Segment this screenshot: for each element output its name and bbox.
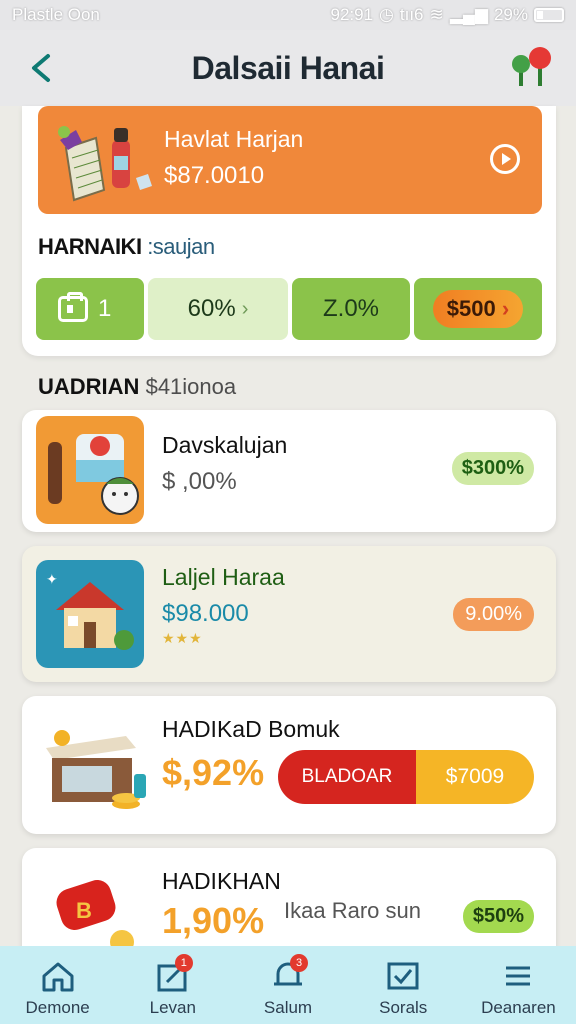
carrier-text: Plastle Oon	[12, 5, 100, 24]
tree-icon[interactable]	[510, 44, 554, 90]
item-thumbnail: ✦	[36, 560, 144, 668]
status-bar: Plastle Oon 92:91 ◷ tıı6 ≋ ▂▄▆ 29%	[0, 0, 576, 30]
shop-icon	[46, 730, 146, 809]
summary-panel: Havlat Harjan $87.0010 HARNAIKI :saujan …	[22, 106, 556, 356]
item-name: HADIKHAN	[162, 868, 281, 894]
section-title: HARNAIKI	[38, 234, 142, 259]
bottle-icon	[48, 434, 139, 515]
item-name: Davskalujan	[162, 432, 288, 458]
menu-icon	[506, 966, 531, 986]
item-price: 1,90%	[162, 900, 265, 941]
chip-rate[interactable]: Z.0%	[292, 278, 410, 340]
section2-heading: UADRIAN $41ionoa	[38, 374, 236, 400]
signal-text: tıı6	[399, 5, 424, 24]
item-subtitle: Ikaa Raro sun	[284, 898, 421, 923]
play-icon[interactable]	[490, 144, 520, 174]
nav-levan[interactable]: 1 Levan	[115, 946, 230, 1024]
home-icon	[42, 962, 74, 992]
nav-label: Demone	[25, 998, 90, 1017]
chevron-right-icon: ›	[241, 297, 249, 320]
chip-percent[interactable]: 60% ›	[148, 278, 288, 340]
item-price: $98.000	[162, 600, 249, 627]
section2-subtitle: $41ionoa	[145, 374, 237, 399]
buy-button-left: BLADOAR	[278, 750, 416, 804]
nav-label: Sorals	[379, 998, 428, 1017]
chip-bag[interactable]: 1	[36, 278, 144, 340]
section-subtitle: :saujan	[147, 234, 215, 259]
nav-badge: 1	[174, 954, 193, 972]
rating-stars-icon: ★★★	[162, 630, 203, 646]
list-item[interactable]: ✦ Laljel Haraa $98.000 ★★★ 9.00%	[22, 546, 556, 682]
section2-title: UADRIAN	[38, 374, 140, 399]
item-name: Laljel Haraa	[162, 564, 285, 590]
chip-label: 60%	[187, 295, 236, 322]
time-text: 92:91	[330, 5, 374, 24]
banner-amount: $87.0010	[164, 162, 265, 189]
check-icon	[387, 962, 419, 990]
wifi-icon: ≋	[429, 5, 444, 24]
edit-icon: 1	[155, 954, 193, 992]
page-title: Dalsaii Hanai	[191, 49, 385, 86]
section-heading: HARNAIKI :saujan	[38, 234, 215, 260]
buy-button-right: $7009	[416, 750, 534, 804]
item-name: HADIKaD Bomuk	[162, 716, 340, 742]
bottom-navigation: Demone 1 Levan 3 Salum Sorals Deanaren	[0, 946, 576, 1024]
item-badge: $50%	[462, 900, 534, 933]
banner-title: Havlat Harjan	[164, 126, 304, 152]
bag-icon	[58, 292, 88, 322]
list-item[interactable]: HADIKaD Bomuk $,92% BLADOAR $7009	[22, 696, 556, 834]
nav-deanaren[interactable]: Deanaren	[461, 946, 576, 1024]
promo-banner[interactable]: Havlat Harjan $87.0010	[38, 106, 542, 214]
alarm-icon: ◷	[379, 5, 394, 24]
promo-illustration-icon	[58, 126, 152, 202]
battery-text: 29%	[493, 5, 528, 24]
nav-home[interactable]: Demone	[0, 946, 115, 1024]
nav-sorals[interactable]: Sorals	[346, 946, 461, 1024]
bell-icon: 3	[270, 954, 308, 992]
nav-salum[interactable]: 3 Salum	[230, 946, 345, 1024]
item-badge: $300%	[451, 452, 534, 485]
nav-badge: 3	[290, 954, 308, 972]
chip-label: 1	[98, 295, 112, 322]
status-right: 92:91 ◷ tıı6 ≋ ▂▄▆ 29%	[330, 5, 564, 25]
item-price: $,92%	[162, 752, 265, 793]
item-badge: 9.00%	[453, 598, 534, 631]
chip-price[interactable]: $500 ›	[414, 278, 542, 340]
chip-label: Z.0%	[322, 295, 379, 322]
house-icon: ✦	[46, 571, 134, 650]
signal-bars-icon: ▂▄▆	[449, 5, 488, 24]
chevron-right-icon: ›	[501, 296, 510, 321]
item-thumbnail	[40, 712, 148, 820]
chip-label: $500	[446, 296, 496, 321]
nav-label: Levan	[149, 998, 196, 1017]
item-price: $ ,00%	[162, 468, 237, 495]
svg-text:B: B	[76, 898, 92, 923]
item-thumbnail	[36, 416, 144, 524]
price-pill: $500 ›	[432, 290, 524, 328]
battery-icon	[534, 8, 564, 22]
buy-button[interactable]: BLADOAR $7009	[278, 750, 534, 804]
nav-label: Salum	[263, 998, 313, 1017]
back-arrow-icon[interactable]	[28, 52, 56, 84]
app-header: Dalsaii Hanai	[0, 30, 576, 106]
list-item[interactable]: Davskalujan $ ,00% $300%	[22, 410, 556, 532]
filter-chips: 1 60% › Z.0% $500 ›	[36, 278, 542, 340]
nav-label: Deanaren	[481, 998, 556, 1017]
svg-text:✦: ✦	[46, 571, 58, 587]
